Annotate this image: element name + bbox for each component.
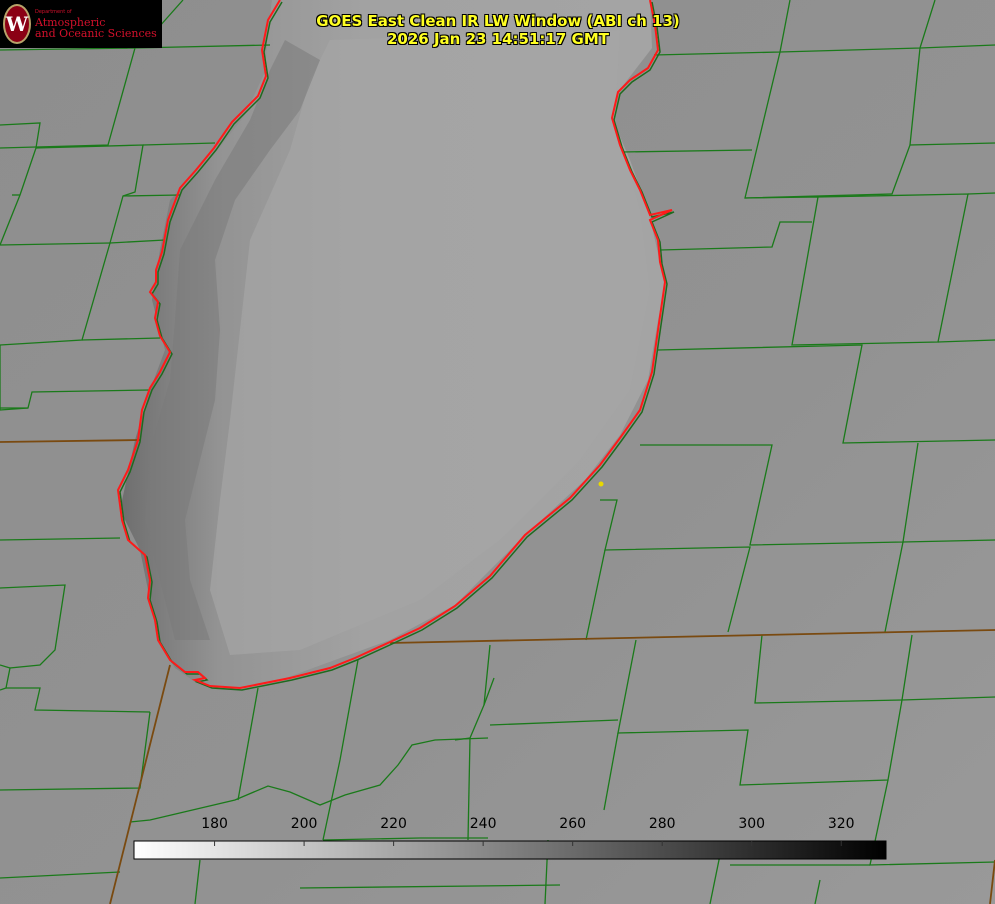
- uw-aos-logo: W Department of Atmospheric and Oceanic …: [0, 0, 162, 48]
- colorbar-tick-label: 320: [827, 816, 855, 832]
- logo-line-1: Atmospheric: [35, 15, 106, 29]
- image-timestamp: 2026 Jan 23 14:51:17 GMT: [387, 30, 609, 48]
- colorbar-tick-label: 200: [290, 816, 318, 832]
- colorbar-tick-label: 260: [559, 816, 587, 832]
- colorbar-tick-label: 240: [469, 816, 497, 832]
- logo-text: Department of Atmospheric and Oceanic Sc…: [35, 8, 157, 40]
- logo-dept: Department of: [35, 8, 72, 15]
- satellite-map: [0, 0, 995, 904]
- station-marker: [598, 481, 604, 487]
- colorbar-tick-label: 220: [380, 816, 407, 832]
- logo-line-2: and Oceanic Sciences: [35, 26, 157, 40]
- colorbar: [133, 840, 887, 860]
- colorbar-tick-label: 280: [648, 816, 676, 832]
- colorbar-tick-label: 180: [201, 816, 228, 832]
- uw-crest-icon: W: [3, 4, 31, 44]
- image-title: GOES East Clean IR LW Window (ABI ch 13): [316, 12, 680, 30]
- colorbar-tick-label: 300: [738, 816, 766, 832]
